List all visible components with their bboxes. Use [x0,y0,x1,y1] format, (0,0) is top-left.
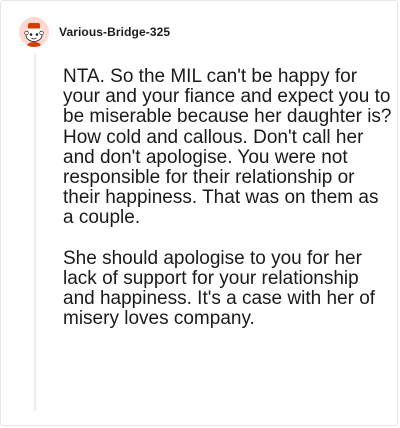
snoo-avatar-icon[interactable] [19,17,49,47]
thread-line[interactable] [34,53,36,411]
comment-body: NTA. So the MIL can't be happy for your … [63,66,393,330]
comment-header: Various-Bridge-325 [19,17,170,47]
comment-card: Various-Bridge-325 NTA. So the MIL can't… [0,0,398,426]
comment-paragraph: She should apologise to you for her lack… [63,247,376,330]
comment-paragraph: NTA. So the MIL can't be happy for your … [63,66,392,229]
comment-username[interactable]: Various-Bridge-325 [59,25,170,39]
